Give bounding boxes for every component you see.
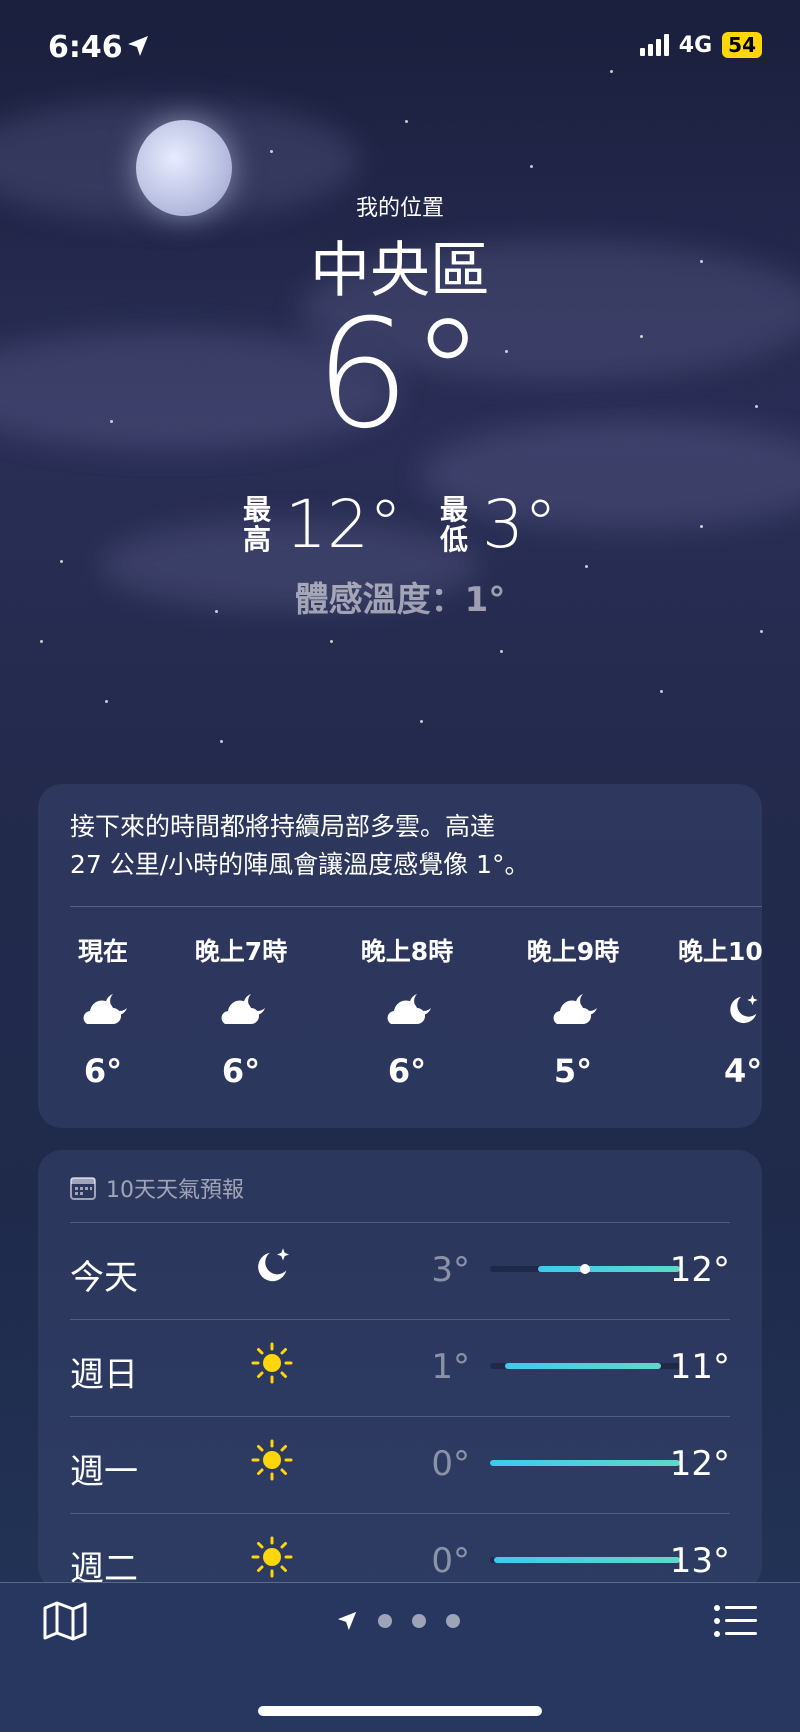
current-temperature-marker bbox=[580, 1264, 590, 1274]
forecast-header: 10天天氣預報 bbox=[70, 1172, 244, 1204]
temperature-range-bar bbox=[490, 1557, 680, 1563]
hour-item[interactable]: 晚上8時 6° bbox=[342, 932, 472, 1090]
low-temperature: 3° bbox=[482, 486, 557, 563]
divider bbox=[70, 1513, 730, 1514]
status-time: 6:46 bbox=[48, 30, 123, 65]
sun-icon bbox=[250, 1438, 294, 1486]
hour-item[interactable]: 晚上9時 5° bbox=[508, 932, 638, 1090]
temperature-range-bar bbox=[490, 1264, 680, 1274]
hour-item[interactable]: 晚上10 4° bbox=[674, 932, 762, 1090]
location-arrow-icon bbox=[337, 1611, 357, 1631]
hour-item[interactable]: 晚上7時 6° bbox=[176, 932, 306, 1090]
divider bbox=[70, 1319, 730, 1320]
cloud-moon-icon bbox=[176, 990, 306, 1030]
divider bbox=[70, 1222, 730, 1223]
status-indicators: 4G 54 bbox=[639, 32, 762, 58]
low-label: 最 低 bbox=[439, 492, 468, 556]
hour-item[interactable]: 現在 6° bbox=[38, 932, 168, 1090]
forecast-summary: 接下來的時間都將持續局部多雲。高達 27 公里/小時的陣風會讓溫度感覺像 1°。 bbox=[70, 812, 530, 879]
map-button[interactable] bbox=[40, 1600, 90, 1644]
location-list-button[interactable] bbox=[712, 1602, 760, 1642]
high-low: 最 高 12° 最 低 3° bbox=[0, 486, 800, 563]
high-label: 最 高 bbox=[242, 492, 271, 556]
location-services-icon bbox=[126, 34, 150, 62]
temperature-range-bar bbox=[490, 1460, 680, 1466]
hourly-forecast-card[interactable]: 接下來的時間都將持續局部多雲。高達 27 公里/小時的陣風會讓溫度感覺像 1°。… bbox=[38, 784, 762, 1128]
divider bbox=[70, 1416, 730, 1417]
temperature-range-bar bbox=[490, 1363, 680, 1369]
cloud-moon-icon bbox=[38, 990, 168, 1030]
page-indicator[interactable] bbox=[336, 1610, 460, 1632]
home-indicator[interactable] bbox=[258, 1706, 542, 1716]
page-dot[interactable] bbox=[412, 1614, 426, 1628]
sun-icon bbox=[250, 1535, 294, 1583]
list-icon bbox=[714, 1605, 757, 1637]
page-dot[interactable] bbox=[378, 1614, 392, 1628]
map-icon bbox=[43, 1601, 87, 1641]
cloud-moon-icon bbox=[508, 990, 638, 1030]
cloud-moon-icon bbox=[342, 990, 472, 1030]
forecast-row[interactable]: 週二 0° 13° bbox=[70, 1513, 730, 1590]
forecast-row[interactable]: 週日 1° 11° bbox=[70, 1319, 730, 1416]
divider bbox=[70, 906, 762, 907]
current-temperature: 6° bbox=[314, 288, 486, 462]
forecast-row[interactable]: 今天 3° 12° bbox=[70, 1222, 730, 1319]
sun-icon bbox=[250, 1341, 294, 1389]
high-temperature: 12° bbox=[285, 486, 402, 563]
moon-stars-icon bbox=[674, 990, 762, 1030]
location-label: 我的位置 bbox=[355, 196, 444, 221]
network-type: 4G bbox=[678, 32, 713, 58]
signal-icon bbox=[639, 34, 669, 56]
calendar-icon bbox=[70, 1177, 96, 1200]
forecast-row[interactable]: 週一 0° 12° bbox=[70, 1416, 730, 1513]
battery-icon: 54 bbox=[722, 32, 762, 58]
ten-day-forecast-card[interactable]: 10天天氣預報 今天 3° 12° 週日 1° 11° 週一 0° 12° 週二… bbox=[38, 1150, 762, 1590]
feels-like: 體感溫度：1° bbox=[294, 580, 506, 620]
moon-stars-icon bbox=[250, 1244, 294, 1292]
page-dot[interactable] bbox=[446, 1614, 460, 1628]
